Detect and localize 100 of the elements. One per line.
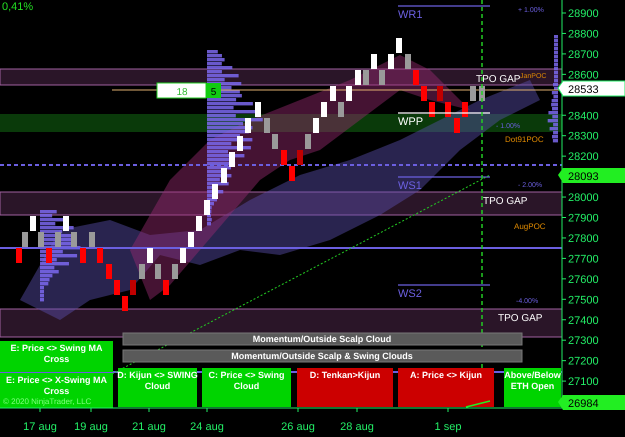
renko-brick bbox=[405, 54, 411, 69]
price-axis-label: 27700 bbox=[568, 253, 599, 266]
renko-brick bbox=[371, 54, 377, 69]
last-price-badge: 28533 bbox=[557, 80, 625, 96]
trend-line bbox=[466, 400, 490, 408]
renko-brick bbox=[454, 118, 460, 133]
price-axis-label: 27400 bbox=[568, 314, 599, 327]
renko-brick bbox=[245, 118, 251, 133]
renko-brick bbox=[255, 102, 261, 117]
renko-brick bbox=[221, 168, 227, 183]
renko-brick bbox=[139, 264, 145, 279]
renko-brick bbox=[305, 134, 311, 149]
price-axis-label: 27600 bbox=[568, 274, 599, 286]
renko-brick bbox=[429, 102, 435, 117]
time-axis-label: 21 aug bbox=[132, 421, 166, 433]
time-axis-label: 24 aug bbox=[190, 421, 224, 433]
price-axis-label: 28000 bbox=[568, 192, 599, 204]
price-axis-label: 27100 bbox=[568, 376, 599, 388]
renko-brick bbox=[71, 232, 77, 247]
price-axis-label: 27200 bbox=[568, 356, 599, 368]
price-axis-label: 28800 bbox=[568, 28, 599, 40]
status-bar: Momentum/Outside Scalp & Swing Clouds bbox=[122, 350, 522, 362]
renko-brick bbox=[147, 248, 153, 263]
copyright-text: © 2020 NinjaTrader, LLC bbox=[3, 397, 92, 406]
poc-label: AugPOC bbox=[514, 222, 546, 231]
renko-brick bbox=[114, 280, 120, 295]
renko-brick bbox=[188, 232, 194, 247]
price-axis-label: 28700 bbox=[568, 48, 599, 61]
time-axis-label: 19 aug bbox=[74, 421, 108, 433]
renko-brick bbox=[80, 248, 86, 263]
price-axis-label: 28400 bbox=[568, 110, 599, 122]
renko-brick bbox=[122, 296, 128, 311]
renko-brick bbox=[470, 86, 476, 101]
renko-brick bbox=[346, 86, 352, 101]
time-axis-label: 17 aug bbox=[23, 421, 57, 433]
price-axis-label: 28300 bbox=[568, 130, 599, 143]
renko-brick bbox=[281, 150, 287, 165]
pivot-label: WS1 bbox=[398, 180, 422, 192]
status-bar: Momentum/Outside Scalp Cloud bbox=[122, 332, 522, 346]
renko-brick bbox=[155, 264, 161, 279]
renko-brick bbox=[379, 70, 385, 85]
pivot-label: WPP bbox=[398, 116, 424, 128]
price-marker-badge: 26984 bbox=[558, 395, 625, 410]
renko-brick bbox=[355, 70, 361, 85]
price-axis-label: 28600 bbox=[568, 69, 599, 82]
renko-brick bbox=[421, 86, 427, 101]
renko-brick bbox=[237, 136, 243, 151]
renko-brick bbox=[180, 248, 186, 263]
pivot-label: WS2 bbox=[398, 288, 422, 300]
renko-brick bbox=[437, 86, 443, 101]
renko-brick bbox=[106, 264, 112, 279]
pivot-label: WR1 bbox=[398, 9, 422, 21]
time-axis-label: 1 sep bbox=[434, 421, 462, 433]
zone-label: TPO GAP bbox=[498, 313, 542, 324]
renko-brick bbox=[413, 70, 419, 85]
signal-panel: D: Tenkan>Kijun bbox=[297, 368, 393, 407]
price-axis-label: 27900 bbox=[568, 212, 599, 224]
renko-brick bbox=[479, 86, 485, 101]
price-axis-label: 28200 bbox=[568, 151, 599, 164]
signal-panel: E: Price <> Swing MA Cross bbox=[0, 341, 113, 372]
time-axis-label: 28 aug bbox=[340, 421, 374, 433]
renko-brick bbox=[462, 102, 468, 117]
renko-brick bbox=[363, 70, 369, 85]
renko-brick bbox=[89, 232, 95, 247]
bar-counter: 18 5 bbox=[156, 82, 221, 98]
renko-brick bbox=[97, 248, 103, 263]
renko-brick bbox=[396, 38, 402, 53]
renko-brick bbox=[130, 280, 136, 295]
price-axis-label: 27500 bbox=[568, 294, 599, 306]
renko-brick bbox=[38, 232, 44, 247]
renko-brick bbox=[313, 118, 319, 133]
signal-panel: C: Price <> Swing Cloud bbox=[202, 368, 291, 407]
zone-label: TPO GAP bbox=[483, 196, 528, 207]
renko-brick bbox=[272, 134, 278, 149]
zone-label: TPO GAP bbox=[476, 74, 520, 85]
renko-brick bbox=[212, 184, 218, 199]
renko-brick bbox=[289, 166, 295, 181]
price-axis-label: 27300 bbox=[568, 335, 599, 348]
signal-panel: A: Price <> Kijun bbox=[398, 368, 494, 407]
renko-brick bbox=[46, 248, 52, 263]
renko-brick bbox=[297, 150, 303, 165]
renko-brick bbox=[30, 216, 36, 231]
renko-brick bbox=[55, 232, 61, 247]
renko-brick bbox=[163, 280, 169, 295]
poc-label: Dot91POC bbox=[505, 135, 544, 144]
renko-brick bbox=[388, 54, 394, 69]
percent-change: 0,41% bbox=[2, 1, 34, 13]
renko-brick bbox=[445, 102, 451, 117]
renko-brick bbox=[338, 102, 344, 117]
price-axis-label: 27800 bbox=[568, 232, 599, 245]
renko-brick bbox=[229, 152, 235, 167]
renko-brick bbox=[196, 216, 202, 231]
renko-brick bbox=[321, 102, 327, 117]
renko-brick bbox=[204, 200, 210, 215]
signal-panel: Above/Below ETH Open bbox=[504, 368, 561, 407]
renko-brick bbox=[172, 264, 178, 279]
price-marker-badge: 28093 bbox=[558, 168, 625, 183]
time-axis-label: 26 aug bbox=[281, 421, 315, 433]
price-axis-label: 28900 bbox=[568, 8, 599, 20]
renko-brick bbox=[264, 118, 270, 133]
